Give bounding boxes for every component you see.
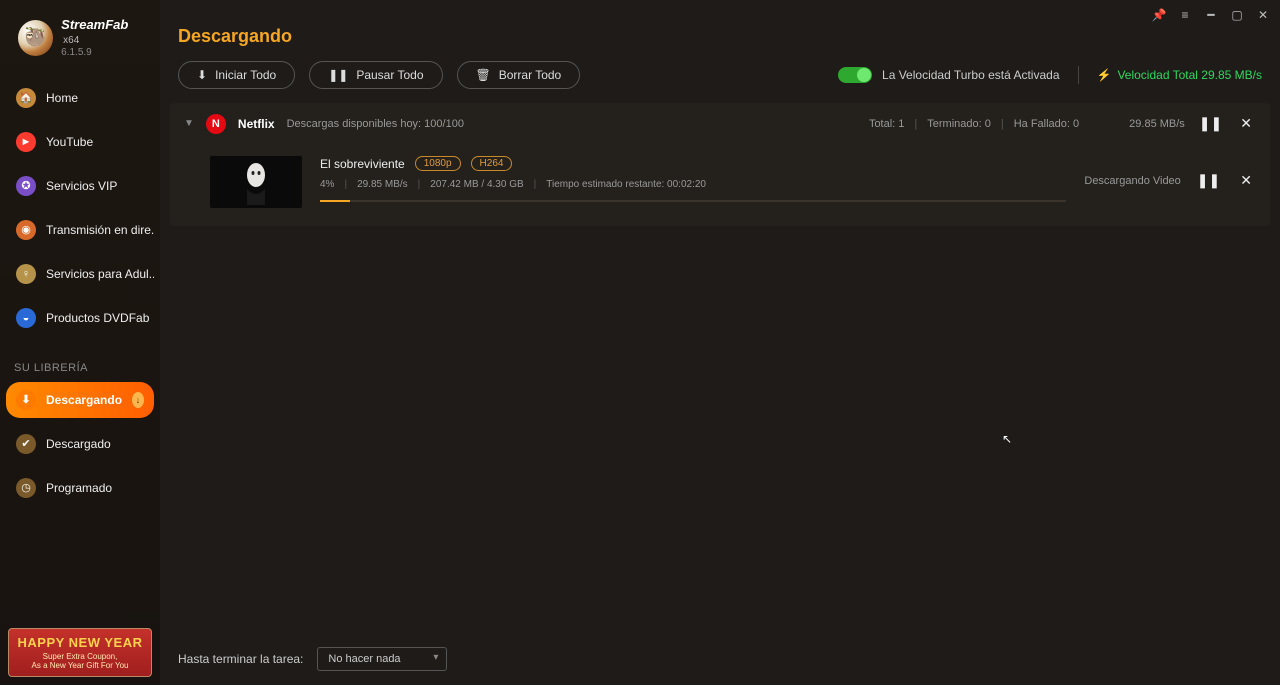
group-header: ▼ N Netflix Descargas disponibles hoy: 1… [170, 103, 1270, 144]
netflix-icon: N [206, 114, 226, 134]
nav-item-label-1: YouTube [46, 135, 93, 149]
library-item-label-2: Programado [46, 481, 112, 495]
nav-main: 🏠 Home ► YouTube ✪ Servicios VIP ◉ Transmisión … [0, 80, 160, 344]
library-item-label-0: Descargando [46, 393, 122, 407]
select-value: No hacer nada [328, 653, 400, 665]
promo-title: HAPPY NEW YEAR [13, 635, 147, 650]
window-controls: 📌 ≡ ━ ▢ ✕ [1152, 8, 1270, 22]
footer-label: Hasta terminar la tarea: [178, 652, 303, 666]
bolt-icon: ⚡ [1097, 68, 1112, 82]
pause-all-button[interactable]: ❚❚ Pausar Todo [309, 61, 442, 89]
download-badge-icon: ↓ [132, 392, 144, 408]
turbo-toggle-wrap: La Velocidad Turbo está Activada [838, 67, 1059, 83]
divider [1078, 66, 1079, 84]
nav-item-1[interactable]: ► YouTube [6, 124, 154, 160]
item-title: El sobreviviente [320, 157, 405, 171]
nav-item-icon-1: ► [16, 132, 36, 152]
after-task-select[interactable]: No hacer nada [317, 647, 447, 671]
menu-icon[interactable]: ≡ [1178, 8, 1192, 22]
nav-item-label-5: Productos DVDFab [46, 311, 149, 325]
group-failed: Ha Fallado: 0 [1014, 118, 1079, 130]
group-pause-button[interactable]: ❚❚ [1195, 113, 1226, 134]
cursor-icon: ↖ [1002, 432, 1012, 446]
total-speed-label: Velocidad Total 29.85 MB/s [1117, 68, 1262, 82]
resolution-tag: 1080p [415, 156, 461, 171]
library-item-1[interactable]: ✔ Descargado [6, 426, 154, 462]
item-cancel-button[interactable]: ✕ [1236, 170, 1256, 191]
chevron-down-icon[interactable]: ▼ [184, 118, 194, 129]
pause-all-label: Pausar Todo [356, 68, 423, 82]
main-panel: 📌 ≡ ━ ▢ ✕ Descargando ⬇ Iniciar Todo ❚❚ … [160, 0, 1280, 685]
pause-icon: ❚❚ [328, 68, 348, 82]
trash-icon: 🗑 [476, 68, 491, 82]
item-size: 207.42 MB / 4.30 GB [430, 179, 523, 190]
library-item-icon-1: ✔ [16, 434, 36, 454]
footer: Hasta terminar la tarea: No hacer nada [160, 635, 1280, 685]
nav-item-icon-3: ◉ [16, 220, 36, 240]
group-done: Terminado: 0 [927, 118, 991, 130]
start-all-label: Iniciar Todo [215, 68, 276, 82]
close-icon[interactable]: ✕ [1256, 8, 1270, 22]
app-name: StreamFab x64 [61, 18, 148, 47]
item-percent: 4% [320, 179, 334, 190]
nav-item-icon-0: 🏠 [16, 88, 36, 108]
library-item-2[interactable]: ◷ Programado [6, 470, 154, 506]
nav-item-3[interactable]: ◉ Transmisión en dire... [6, 212, 154, 248]
thumbnail [210, 156, 302, 208]
app-version: 6.1.5.9 [61, 47, 148, 58]
library-item-icon-2: ◷ [16, 478, 36, 498]
library-item-label-1: Descargado [46, 437, 111, 451]
nav-item-5[interactable]: ◒ Productos DVDFab [6, 300, 154, 336]
toolbar: ⬇ Iniciar Todo ❚❚ Pausar Todo 🗑 Borrar T… [160, 61, 1280, 103]
clear-all-label: Borrar Todo [499, 68, 561, 82]
nav-item-label-3: Transmisión en dire... [46, 223, 154, 237]
total-speed: ⚡ Velocidad Total 29.85 MB/s [1097, 68, 1263, 82]
progress-bar [320, 200, 1066, 202]
nav-item-4[interactable]: ♀ Servicios para Adul... [6, 256, 154, 292]
item-status: Descargando Video [1084, 175, 1180, 187]
library-item-0[interactable]: ⬇ Descargando ↓ [6, 382, 154, 418]
service-subtitle: Descargas disponibles hoy: 100/100 [287, 118, 464, 130]
logo-icon: 🦥 [18, 20, 53, 56]
nav-item-label-4: Servicios para Adul... [46, 267, 154, 281]
download-icon: ⬇ [197, 68, 207, 82]
item-eta: Tiempo estimado restante: 00:02:20 [546, 179, 706, 190]
promo-line2: As a New Year Gift For You [13, 661, 147, 670]
item-speed: 29.85 MB/s [357, 179, 408, 190]
sidebar: 🦥 StreamFab x64 6.1.5.9 🏠 Home ► YouTube ✪ Se… [0, 0, 160, 685]
group-cancel-button[interactable]: ✕ [1236, 113, 1256, 134]
nav-item-icon-2: ✪ [16, 176, 36, 196]
item-pause-button[interactable]: ❚❚ [1193, 170, 1224, 191]
turbo-label: La Velocidad Turbo está Activada [882, 68, 1059, 82]
codec-tag: H264 [471, 156, 513, 171]
nav-item-icon-5: ◒ [16, 308, 36, 328]
start-all-button[interactable]: ⬇ Iniciar Todo [178, 61, 295, 89]
maximize-icon[interactable]: ▢ [1230, 8, 1244, 22]
group-speed: 29.85 MB/s [1129, 118, 1185, 130]
promo-banner[interactable]: HAPPY NEW YEAR Super Extra Coupon, As a … [8, 628, 152, 677]
minimize-icon[interactable]: ━ [1204, 8, 1218, 22]
download-group: ▼ N Netflix Descargas disponibles hoy: 1… [170, 103, 1270, 226]
nav-item-0[interactable]: 🏠 Home [6, 80, 154, 116]
nav-item-2[interactable]: ✪ Servicios VIP [6, 168, 154, 204]
nav-item-icon-4: ♀ [16, 264, 36, 284]
nav-library: ⬇ Descargando ↓ ✔ Descargado ◷ Programado [0, 382, 160, 514]
group-total: Total: 1 [869, 118, 904, 130]
service-name: Netflix [238, 117, 275, 131]
pin-icon[interactable]: 📌 [1152, 8, 1166, 22]
library-section-label: SU LIBRERÍA [0, 344, 160, 382]
turbo-toggle[interactable] [838, 67, 872, 83]
nav-item-label-0: Home [46, 91, 78, 105]
clear-all-button[interactable]: 🗑 Borrar Todo [457, 61, 581, 89]
page-header: Descargando [160, 0, 1280, 61]
download-item: El sobreviviente 1080p H264 4%| 29.85 MB… [170, 144, 1270, 226]
app-logo: 🦥 StreamFab x64 6.1.5.9 [0, 18, 160, 80]
page-title: Descargando [178, 26, 1262, 47]
promo-line1: Super Extra Coupon, [13, 652, 147, 661]
nav-item-label-2: Servicios VIP [46, 179, 117, 193]
library-item-icon-0: ⬇ [16, 390, 36, 410]
